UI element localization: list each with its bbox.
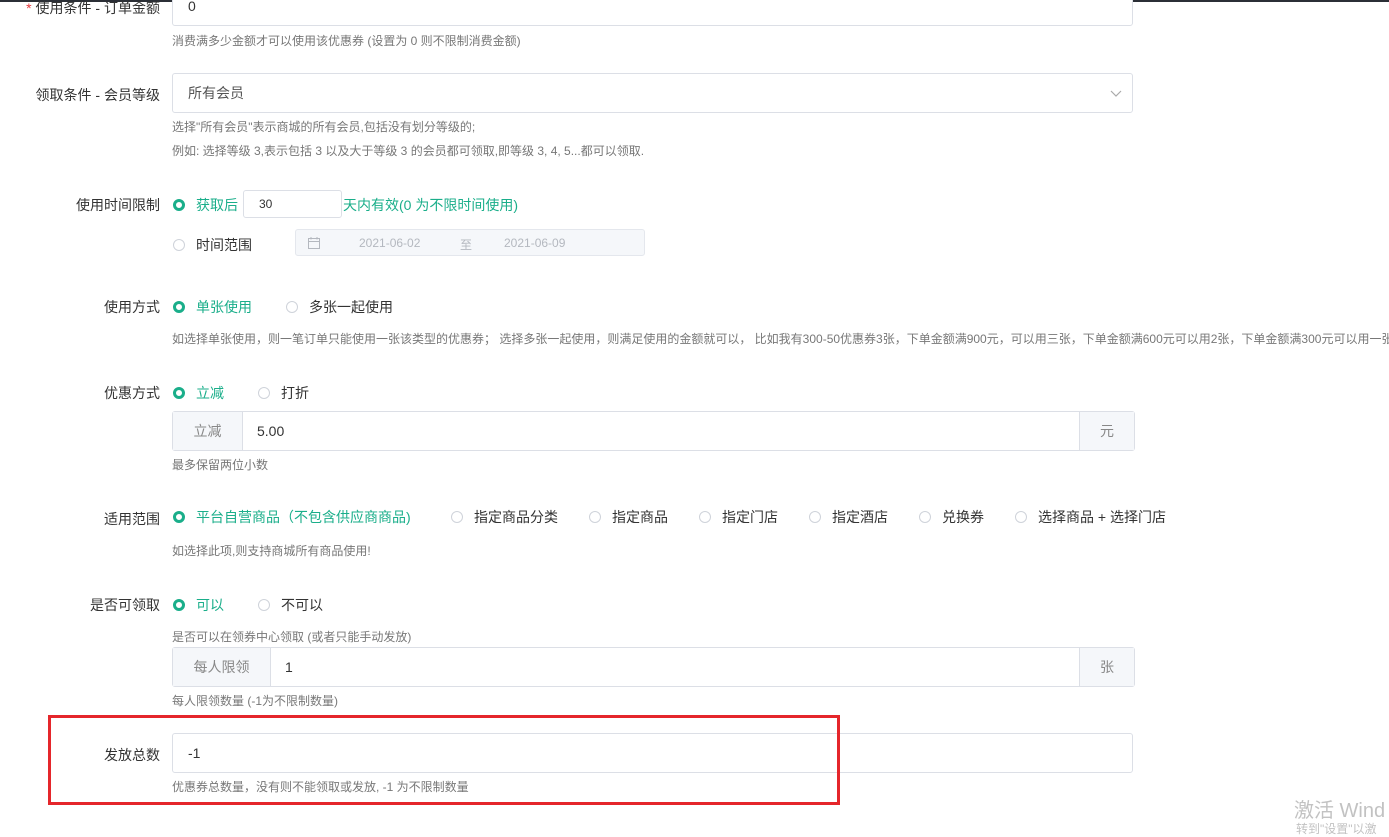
radio-dot xyxy=(258,387,270,399)
radio-claimable-no-label: 不可以 xyxy=(281,597,323,613)
required-mark: * xyxy=(26,0,32,16)
radio-dot xyxy=(451,511,463,523)
radio-scope-self-operated[interactable]: 平台自营商品（不包含供应商商品) xyxy=(173,507,411,527)
radio-dot xyxy=(286,301,298,313)
radio-days-after-claim[interactable]: 获取后 xyxy=(173,195,238,215)
radio-usage-single[interactable]: 单张使用 xyxy=(173,297,252,317)
radio-scope-voucher-label: 兑换券 xyxy=(942,509,984,525)
radio-scope-category-label: 指定商品分类 xyxy=(474,509,558,525)
per-person-limit-hint: 每人限领数量 (-1为不限制数量) xyxy=(172,694,338,708)
order-amount-label: * 使用条件 - 订单金额 xyxy=(26,0,160,18)
member-level-hint-1: 选择"所有会员"表示商城的所有会员,包括没有划分等级的; xyxy=(172,120,476,134)
radio-claimable-yes[interactable]: 可以 xyxy=(173,595,224,615)
per-person-limit-input[interactable]: 1 xyxy=(271,648,1079,686)
radio-scope-goods-label: 指定商品 xyxy=(612,509,668,525)
per-person-addon-right: 张 xyxy=(1079,648,1134,686)
member-level-selected: 所有会员 xyxy=(188,85,244,101)
radio-dot xyxy=(173,511,185,523)
radio-time-range-label: 时间范围 xyxy=(196,237,252,253)
discount-mode-label: 优惠方式 xyxy=(104,385,160,401)
radio-discount-percent[interactable]: 打折 xyxy=(258,383,309,403)
radio-claimable-no[interactable]: 不可以 xyxy=(258,595,323,615)
radio-dot xyxy=(173,239,185,251)
order-amount-hint: 消费满多少金额才可以使用该优惠券 (设置为 0 则不限制消费金额) xyxy=(172,34,521,48)
date-range-picker[interactable]: 2021-06-02 至 2021-06-09 xyxy=(295,229,645,256)
usage-mode-hint: 如选择单张使用，则一笔订单只能使用一张该类型的优惠券； 选择多张一起使用，则满足… xyxy=(172,332,1389,346)
member-level-label: 领取条件 - 会员等级 xyxy=(35,87,160,103)
scope-hint: 如选择此项,则支持商城所有商品使用! xyxy=(172,544,371,558)
radio-scope-category[interactable]: 指定商品分类 xyxy=(451,507,558,527)
radio-dot xyxy=(589,511,601,523)
radio-discount-reduce[interactable]: 立减 xyxy=(173,383,224,403)
radio-usage-multiple[interactable]: 多张一起使用 xyxy=(286,297,393,317)
per-person-limit-group: 每人限领 1 张 xyxy=(172,647,1135,687)
order-amount-value: 0 xyxy=(188,0,196,14)
claimable-label: 是否可领取 xyxy=(90,597,160,613)
per-person-addon-left: 每人限领 xyxy=(173,648,271,686)
date-start: 2021-06-02 xyxy=(359,236,421,250)
radio-scope-voucher[interactable]: 兑换券 xyxy=(919,507,984,527)
radio-discount-reduce-label: 立减 xyxy=(196,385,224,401)
radio-dot xyxy=(1015,511,1027,523)
discount-amount-group: 立减 5.00 元 xyxy=(172,411,1135,451)
radio-dot xyxy=(173,387,185,399)
date-separator: 至 xyxy=(460,238,473,252)
radio-dot xyxy=(173,599,185,611)
radio-scope-goods-and-store-label: 选择商品 + 选择门店 xyxy=(1038,509,1166,525)
radio-days-prefix: 获取后 xyxy=(196,197,238,213)
order-amount-input[interactable]: 0 xyxy=(172,0,1133,26)
discount-amount-input[interactable]: 5.00 xyxy=(243,412,1079,450)
member-level-hint-2: 例如: 选择等级 3,表示包括 3 以及大于等级 3 的会员都可领取,即等级 3… xyxy=(172,144,645,158)
radio-dot xyxy=(173,199,185,211)
radio-usage-multiple-label: 多张一起使用 xyxy=(309,299,393,315)
usage-mode-label: 使用方式 xyxy=(104,299,160,315)
radio-time-range[interactable]: 时间范围 xyxy=(173,235,252,255)
valid-days-value: 30 xyxy=(259,197,273,211)
radio-scope-goods-and-store[interactable]: 选择商品 + 选择门店 xyxy=(1015,507,1166,527)
discount-addon-left: 立减 xyxy=(173,412,243,450)
radio-scope-store-label: 指定门店 xyxy=(722,509,778,525)
radio-dot xyxy=(809,511,821,523)
valid-days-suffix: 天内有效(0 为不限时间使用) xyxy=(343,197,518,213)
radio-usage-single-label: 单张使用 xyxy=(196,299,252,315)
radio-dot xyxy=(699,511,711,523)
radio-scope-hotel-label: 指定酒店 xyxy=(832,509,888,525)
chevron-down-icon xyxy=(1110,90,1122,97)
order-amount-label-text: 使用条件 - 订单金额 xyxy=(35,0,160,16)
radio-scope-hotel[interactable]: 指定酒店 xyxy=(809,507,888,527)
radio-dot xyxy=(258,599,270,611)
member-level-select[interactable]: 所有会员 xyxy=(172,73,1133,113)
windows-activation-watermark: 激活 Wind xyxy=(1294,800,1386,822)
scope-label: 适用范围 xyxy=(104,511,160,527)
claimable-hint: 是否可以在领券中心领取 (或者只能手动发放) xyxy=(172,630,412,644)
radio-scope-goods[interactable]: 指定商品 xyxy=(589,507,668,527)
discount-hint: 最多保留两位小数 xyxy=(172,458,269,472)
date-end: 2021-06-09 xyxy=(504,236,566,250)
radio-claimable-yes-label: 可以 xyxy=(196,597,224,613)
radio-discount-percent-label: 打折 xyxy=(281,385,309,401)
radio-scope-store[interactable]: 指定门店 xyxy=(699,507,778,527)
radio-dot xyxy=(173,301,185,313)
radio-dot xyxy=(919,511,931,523)
highlight-box xyxy=(48,715,840,805)
calendar-icon xyxy=(308,237,320,249)
valid-days-input[interactable]: 30 xyxy=(243,190,342,218)
discount-addon-right: 元 xyxy=(1079,412,1134,450)
radio-scope-self-operated-label: 平台自营商品（不包含供应商商品) xyxy=(196,509,411,525)
time-limit-label: 使用时间限制 xyxy=(76,197,160,213)
